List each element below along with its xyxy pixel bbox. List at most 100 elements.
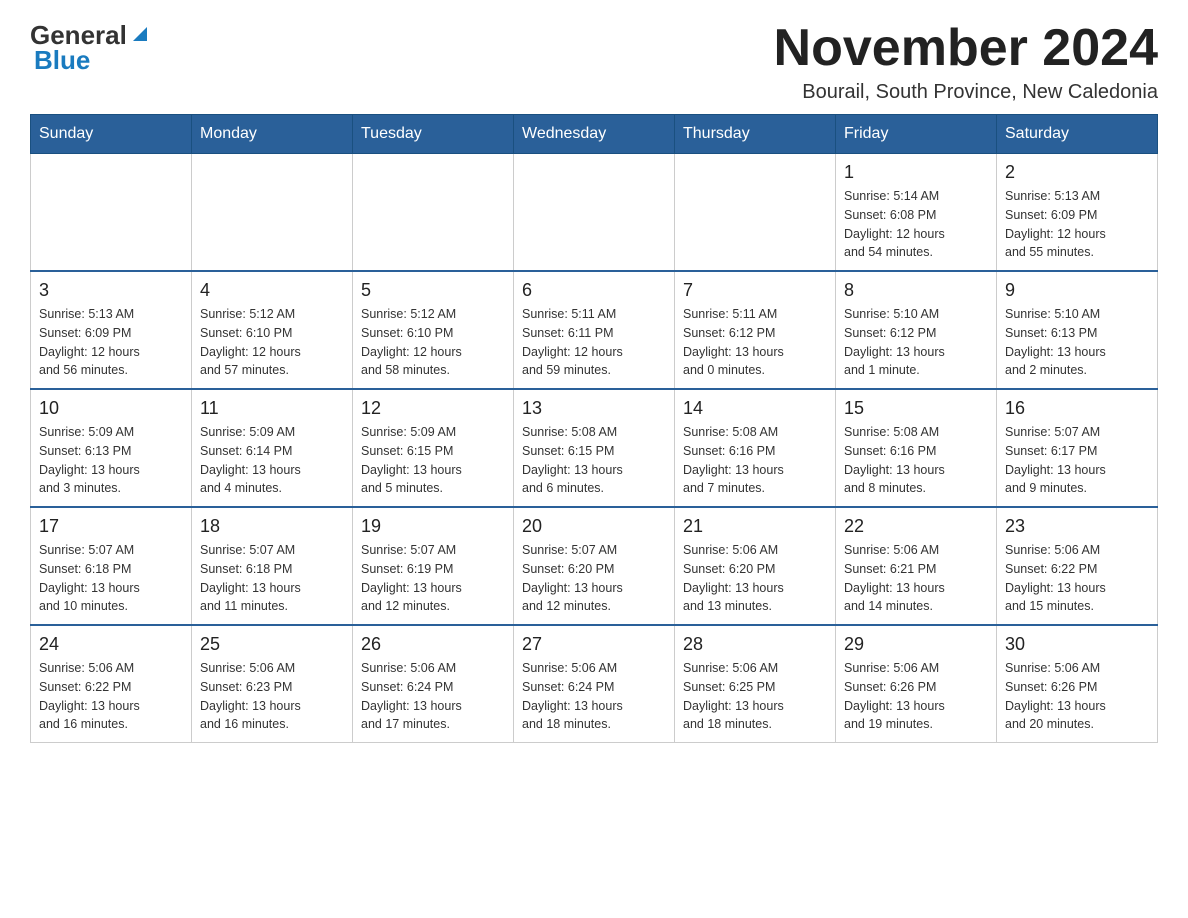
calendar-week-row: 10 Sunrise: 5:09 AM Sunset: 6:13 PM Dayli… [31,389,1158,507]
calendar-day-cell: 11Sunrise: 5:09 AM Sunset: 6:14 PM Dayli… [192,389,353,507]
calendar-day-cell: 8Sunrise: 5:10 AM Sunset: 6:12 PM Daylig… [836,271,997,389]
day-info: Sunrise: 5:07 AM Sunset: 6:18 PM Dayligh… [200,541,344,616]
day-info: Sunrise: 5:11 AM Sunset: 6:12 PM Dayligh… [683,305,827,380]
day-number: 22 [844,516,988,537]
day-info: Sunrise: 5:06 AM Sunset: 6:21 PM Dayligh… [844,541,988,616]
day-info: Sunrise: 5:06 AM Sunset: 6:24 PM Dayligh… [361,659,505,734]
calendar-day-cell: 2Sunrise: 5:13 AM Sunset: 6:09 PM Daylig… [997,154,1158,272]
day-number: 18 [200,516,344,537]
day-info: Sunrise: 5:07 AM Sunset: 6:18 PM Dayligh… [39,541,183,616]
calendar-day-cell: 9 Sunrise: 5:10 AM Sunset: 6:13 PM Daylig… [997,271,1158,389]
day-info: Sunrise: 5:06 AM Sunset: 6:23 PM Dayligh… [200,659,344,734]
calendar-day-cell: 23Sunrise: 5:06 AM Sunset: 6:22 PM Dayli… [997,507,1158,625]
day-info: Sunrise: 5:09 AM Sunset: 6:15 PM Dayligh… [361,423,505,498]
calendar-day-cell: 30 Sunrise: 5:06 AM Sunset: 6:26 PM Dayli… [997,625,1158,743]
calendar-day-cell [675,154,836,272]
day-number: 21 [683,516,827,537]
calendar-day-cell: 10 Sunrise: 5:09 AM Sunset: 6:13 PM Dayli… [31,389,192,507]
day-info: Sunrise: 5:06 AM Sunset: 6:24 PM Dayligh… [522,659,666,734]
calendar-day-cell: 22 Sunrise: 5:06 AM Sunset: 6:21 PM Dayli… [836,507,997,625]
day-info: Sunrise: 5:07 AM Sunset: 6:17 PM Dayligh… [1005,423,1149,498]
calendar-day-cell [353,154,514,272]
day-info: Sunrise: 5:12 AM Sunset: 6:10 PM Dayligh… [361,305,505,380]
day-number: 1 [844,162,988,183]
calendar-table: SundayMondayTuesdayWednesdayThursdayFrid… [30,114,1158,743]
day-info: Sunrise: 5:10 AM Sunset: 6:13 PM Dayligh… [1005,305,1149,380]
day-info: Sunrise: 5:10 AM Sunset: 6:12 PM Dayligh… [844,305,988,380]
calendar-day-cell: 7 Sunrise: 5:11 AM Sunset: 6:12 PM Daylig… [675,271,836,389]
day-info: Sunrise: 5:06 AM Sunset: 6:26 PM Dayligh… [844,659,988,734]
calendar-week-row: 24Sunrise: 5:06 AM Sunset: 6:22 PM Dayli… [31,625,1158,743]
day-number: 20 [522,516,666,537]
day-info: Sunrise: 5:06 AM Sunset: 6:25 PM Dayligh… [683,659,827,734]
day-info: Sunrise: 5:14 AM Sunset: 6:08 PM Dayligh… [844,187,988,262]
logo-area: General Blue [30,20,151,76]
day-number: 19 [361,516,505,537]
calendar-day-cell: 1 Sunrise: 5:14 AM Sunset: 6:08 PM Daylig… [836,154,997,272]
day-number: 27 [522,634,666,655]
day-number: 26 [361,634,505,655]
calendar-day-cell: 19 Sunrise: 5:07 AM Sunset: 6:19 PM Dayli… [353,507,514,625]
day-number: 23 [1005,516,1149,537]
calendar-day-cell: 17 Sunrise: 5:07 AM Sunset: 6:18 PM Dayli… [31,507,192,625]
day-info: Sunrise: 5:08 AM Sunset: 6:15 PM Dayligh… [522,423,666,498]
day-number: 30 [1005,634,1149,655]
calendar-day-cell [192,154,353,272]
day-number: 13 [522,398,666,419]
day-number: 4 [200,280,344,301]
weekday-header-monday: Monday [192,115,353,154]
day-info: Sunrise: 5:06 AM Sunset: 6:26 PM Dayligh… [1005,659,1149,734]
calendar-day-cell: 6 Sunrise: 5:11 AM Sunset: 6:11 PM Daylig… [514,271,675,389]
day-info: Sunrise: 5:06 AM Sunset: 6:22 PM Dayligh… [39,659,183,734]
calendar-day-cell: 24Sunrise: 5:06 AM Sunset: 6:22 PM Dayli… [31,625,192,743]
calendar-day-cell: 18 Sunrise: 5:07 AM Sunset: 6:18 PM Dayli… [192,507,353,625]
day-info: Sunrise: 5:07 AM Sunset: 6:20 PM Dayligh… [522,541,666,616]
calendar-day-cell: 27 Sunrise: 5:06 AM Sunset: 6:24 PM Dayli… [514,625,675,743]
calendar-day-cell: 14 Sunrise: 5:08 AM Sunset: 6:16 PM Dayli… [675,389,836,507]
calendar-day-cell: 20 Sunrise: 5:07 AM Sunset: 6:20 PM Dayli… [514,507,675,625]
day-info: Sunrise: 5:13 AM Sunset: 6:09 PM Dayligh… [39,305,183,380]
calendar-day-cell [31,154,192,272]
day-info: Sunrise: 5:11 AM Sunset: 6:11 PM Dayligh… [522,305,666,380]
day-number: 7 [683,280,827,301]
day-number: 12 [361,398,505,419]
logo-blue-text: Blue [30,45,90,76]
day-number: 14 [683,398,827,419]
day-info: Sunrise: 5:08 AM Sunset: 6:16 PM Dayligh… [844,423,988,498]
title-area: November 2024 Bourail, South Province, N… [774,20,1158,104]
day-number: 3 [39,280,183,301]
weekday-header-wednesday: Wednesday [514,115,675,154]
day-number: 17 [39,516,183,537]
page-header: General Blue November 2024 Bourail, Sout… [30,20,1158,104]
calendar-day-cell: 5Sunrise: 5:12 AM Sunset: 6:10 PM Daylig… [353,271,514,389]
day-number: 29 [844,634,988,655]
calendar-day-cell: 21 Sunrise: 5:06 AM Sunset: 6:20 PM Dayli… [675,507,836,625]
weekday-header-sunday: Sunday [31,115,192,154]
calendar-day-cell: 25Sunrise: 5:06 AM Sunset: 6:23 PM Dayli… [192,625,353,743]
calendar-day-cell: 15 Sunrise: 5:08 AM Sunset: 6:16 PM Dayli… [836,389,997,507]
month-title: November 2024 [774,20,1158,77]
day-number: 28 [683,634,827,655]
calendar-week-row: 3 Sunrise: 5:13 AM Sunset: 6:09 PM Daylig… [31,271,1158,389]
day-info: Sunrise: 5:06 AM Sunset: 6:20 PM Dayligh… [683,541,827,616]
day-info: Sunrise: 5:07 AM Sunset: 6:19 PM Dayligh… [361,541,505,616]
calendar-week-row: 1 Sunrise: 5:14 AM Sunset: 6:08 PM Daylig… [31,154,1158,272]
calendar-week-row: 17 Sunrise: 5:07 AM Sunset: 6:18 PM Dayli… [31,507,1158,625]
weekday-header-saturday: Saturday [997,115,1158,154]
day-number: 15 [844,398,988,419]
day-number: 2 [1005,162,1149,183]
weekday-header-row: SundayMondayTuesdayWednesdayThursdayFrid… [31,115,1158,154]
calendar-day-cell: 26 Sunrise: 5:06 AM Sunset: 6:24 PM Dayli… [353,625,514,743]
day-number: 10 [39,398,183,419]
calendar-day-cell: 29 Sunrise: 5:06 AM Sunset: 6:26 PM Dayli… [836,625,997,743]
calendar-day-cell: 4Sunrise: 5:12 AM Sunset: 6:10 PM Daylig… [192,271,353,389]
day-number: 9 [1005,280,1149,301]
day-info: Sunrise: 5:08 AM Sunset: 6:16 PM Dayligh… [683,423,827,498]
calendar-day-cell: 3 Sunrise: 5:13 AM Sunset: 6:09 PM Daylig… [31,271,192,389]
weekday-header-thursday: Thursday [675,115,836,154]
day-number: 6 [522,280,666,301]
weekday-header-friday: Friday [836,115,997,154]
day-number: 16 [1005,398,1149,419]
day-info: Sunrise: 5:09 AM Sunset: 6:14 PM Dayligh… [200,423,344,498]
day-info: Sunrise: 5:09 AM Sunset: 6:13 PM Dayligh… [39,423,183,498]
